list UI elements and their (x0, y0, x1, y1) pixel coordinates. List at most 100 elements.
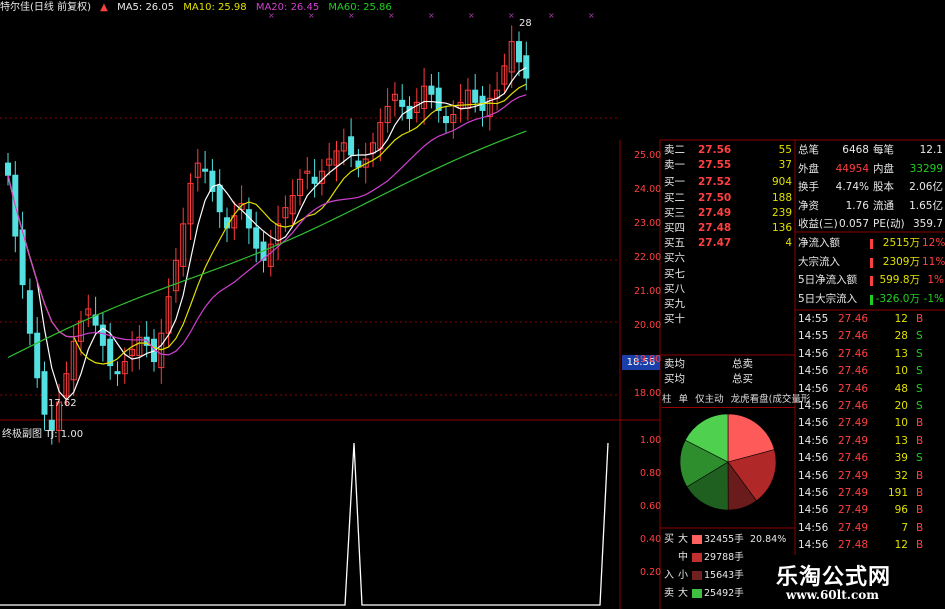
order-book-price[interactable]: 27.49 (698, 206, 731, 221)
legend-size: 大 (678, 588, 688, 599)
tick-time: 14:56 (798, 400, 829, 412)
tab-bar[interactable]: 柱 (662, 394, 672, 405)
candle-body[interactable] (443, 116, 449, 124)
order-book-volume: 239 (771, 206, 792, 219)
high-price-label: 28 (519, 18, 532, 29)
legend-size: 中 (678, 552, 688, 563)
logo-title: 乐淘公式网 (776, 564, 892, 590)
order-book-volume (760, 282, 792, 297)
tick-price: 27.49 (838, 434, 869, 447)
legend-swatch (692, 571, 702, 580)
tick-price: 27.46 (838, 400, 869, 412)
price-axis-label: 22.00 (634, 252, 662, 263)
stat-value: 0.057 (838, 218, 869, 230)
stock-title[interactable]: 特尔佳(日线 前复权) (0, 2, 91, 13)
avg-label: 卖均 (664, 358, 685, 370)
sub-axis-label: 0.20 (640, 567, 662, 578)
tab-active-only[interactable]: 仅主动 (695, 394, 724, 405)
ma20-label: MA20: 26.45 (255, 2, 320, 13)
candle-body[interactable] (428, 85, 435, 95)
stat-value: 1.76 (845, 199, 869, 212)
candle-body[interactable] (216, 184, 223, 213)
candle-body[interactable] (5, 162, 11, 176)
stat-value: 4.74% (835, 181, 869, 193)
flow-percent: 12% (922, 237, 945, 249)
sub-chart-tj: TJ: 1.00 (45, 429, 84, 440)
sub-axis-label: 0.80 (640, 468, 662, 479)
tick-price: 27.46 (838, 313, 869, 325)
order-book-volume (760, 267, 792, 282)
tick-volume: 13 (894, 347, 908, 360)
candle-body[interactable] (202, 168, 209, 172)
tick-direction: B (916, 487, 924, 499)
signal-marker: × (468, 11, 475, 20)
flow-value: 2515万 (882, 237, 920, 249)
candle-body[interactable] (516, 41, 522, 63)
price-axis-label: 21.00 (634, 286, 662, 297)
legend-side: 入 (664, 570, 674, 581)
flow-value: -326.0万 (875, 292, 920, 305)
tick-volume: 32 (894, 469, 908, 482)
flow-key: 5日大宗流入 (798, 292, 858, 305)
sub-indicator-chart[interactable] (0, 442, 609, 606)
avg-total-label: 总买 (732, 373, 753, 385)
candle-body[interactable] (41, 371, 48, 415)
stat-value-2: 2.06亿 (909, 181, 943, 193)
order-book-label: 买六 (664, 252, 685, 265)
order-book-price[interactable]: 27.48 (698, 221, 731, 236)
stat-key: 总笔 (798, 144, 819, 156)
order-book-price[interactable]: 27.47 (698, 236, 731, 251)
flow-key: 大宗流入 (798, 255, 840, 268)
tick-price: 27.49 (838, 487, 869, 499)
candlestick-series[interactable] (5, 25, 530, 445)
order-book-price[interactable]: 27.55 (698, 158, 731, 173)
stat-key-2: PE(动) (873, 218, 905, 230)
up-arrow-icon: ▲ (100, 2, 108, 13)
tick-volume: 10 (894, 365, 908, 378)
tick-time: 14:56 (798, 347, 829, 360)
tick-time: 14:56 (798, 434, 829, 447)
order-book-label: 买四 (664, 222, 685, 234)
candle-body[interactable] (253, 227, 260, 249)
candle-body[interactable] (26, 290, 33, 334)
tick-direction: B (916, 434, 924, 447)
flow-percent: -1% (923, 292, 944, 305)
tick-direction: S (916, 365, 923, 378)
order-book-volume: 4 (785, 237, 792, 250)
order-book-price[interactable]: 27.52 (698, 175, 731, 190)
order-book-price[interactable]: 27.56 (698, 143, 731, 158)
candle-body[interactable] (399, 99, 406, 107)
low-price-label: 17.62 (48, 398, 77, 409)
tick-direction: S (916, 347, 923, 360)
logo-url: www.60lt.com (786, 588, 879, 602)
candle-body[interactable] (348, 136, 355, 156)
candle-body[interactable] (523, 55, 530, 79)
candle-body[interactable] (435, 87, 442, 111)
candle-body[interactable] (311, 176, 318, 184)
tab-single[interactable]: 单 (679, 394, 689, 405)
order-book-label: 买九 (664, 298, 685, 310)
candle-body[interactable] (472, 89, 479, 103)
stat-key-2: 流通 (873, 199, 894, 212)
order-book-price[interactable]: 27.50 (698, 191, 731, 206)
tj-indicator-line (0, 442, 609, 606)
order-book-volume: 136 (771, 222, 792, 234)
order-book-volume: 904 (771, 176, 792, 189)
tick-time: 14:56 (798, 487, 829, 499)
sub-chart-title: 终极副图 TJ: 1.00 (2, 425, 83, 440)
flow-value: 2309万 (882, 255, 920, 268)
site-logo: 乐淘公式网 www.60lt.com (768, 555, 945, 609)
chart-header: 特尔佳(日线 前复权) ▲ MA5: 26.05 MA10: 25.98 MA2… (0, 1, 398, 15)
candle-body[interactable] (34, 332, 41, 379)
candle-body[interactable] (114, 371, 121, 375)
legend-side: 买 (664, 534, 674, 545)
avg-total-label: 总卖 (732, 358, 753, 370)
volume-pie-chart[interactable] (679, 413, 777, 511)
flow-bar (870, 294, 873, 305)
flow-key: 净流入额 (798, 237, 840, 249)
candle-body[interactable] (209, 170, 216, 192)
legend-volume: 29788手 (704, 552, 744, 563)
tick-time: 14:56 (798, 452, 829, 465)
tick-time: 14:56 (798, 382, 829, 395)
sub-chart-name[interactable]: 终极副图 (2, 429, 42, 440)
